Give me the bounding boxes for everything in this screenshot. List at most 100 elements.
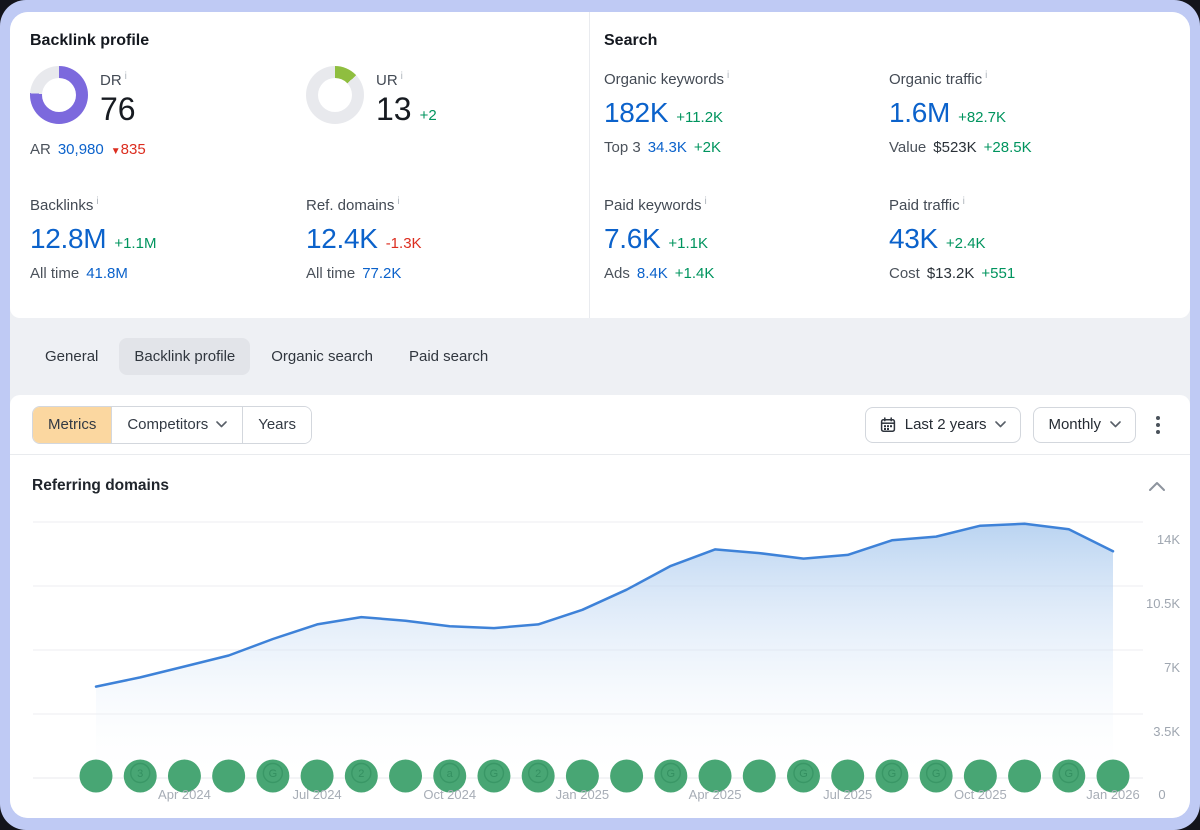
organic-traffic-label: Organic traffici (889, 66, 1190, 90)
organic-traffic-value[interactable]: 1.6M (889, 96, 950, 130)
backlink-profile-section: Backlink profile DRi 76 AR (10, 12, 590, 318)
marker-badge-glyph: G (490, 768, 499, 780)
paid-keywords-value[interactable]: 7.6K (604, 222, 660, 256)
paid-traffic-label: Paid traffici (889, 192, 1190, 216)
organic-keywords-label: Organic keywordsi (604, 66, 889, 90)
marker-badge-glyph: G (932, 768, 941, 780)
ref-domains-alltime-row: All time 77.2K (306, 265, 589, 282)
backlinks-delta: +1.1M (114, 235, 156, 252)
info-icon: i (963, 196, 965, 207)
dr-metric: DRi 76 AR 30,980 ▼835 (30, 66, 306, 192)
x-axis-label: Jul 2024 (293, 787, 342, 802)
backlinks-alltime-row: All time 41.8M (30, 265, 306, 282)
overview-metrics-card: Backlink profile DRi 76 AR (10, 12, 1190, 318)
traffic-value-row: Value $523K +28.5K (889, 139, 1190, 156)
backlinks-alltime-value[interactable]: 41.8M (86, 265, 128, 282)
x-axis-label: Oct 2024 (423, 787, 476, 802)
organic-traffic-delta: +82.7K (958, 109, 1006, 126)
organic-keywords-delta: +11.2K (676, 109, 723, 126)
info-icon: i (397, 196, 399, 207)
section-tabs: GeneralBacklink profileOrganic searchPai… (10, 318, 1190, 395)
view-segmented-control: Metrics Competitors Years (32, 406, 312, 444)
info-icon: i (125, 71, 127, 82)
ur-value: 13+2 (376, 91, 437, 134)
ar-label: AR (30, 141, 51, 158)
collapse-chevron-up-icon[interactable] (1148, 480, 1166, 492)
info-icon: i (705, 196, 707, 207)
backlinks-metric: Backlinksi 12.8M +1.1M All time 41.8M (30, 192, 306, 282)
ref-domains-metric: Ref. domainsi 12.4K -1.3K All time 77.2K (306, 192, 589, 282)
tab-paid-search[interactable]: Paid search (394, 338, 503, 375)
month-marker[interactable] (743, 760, 776, 793)
marker-badge-glyph: 2 (358, 768, 364, 780)
ur-metric: URi 13+2 (306, 66, 589, 192)
dr-donut-chart (30, 66, 88, 124)
marker-badge-glyph: a (447, 768, 454, 780)
x-axis-label: Jul 2025 (823, 787, 872, 802)
month-marker[interactable] (389, 760, 422, 793)
month-marker[interactable] (1008, 760, 1041, 793)
ads-row: Ads 8.4K +1.4K (604, 265, 889, 282)
paid-keywords-delta: +1.1K (668, 235, 708, 252)
marker-badge-glyph: 2 (535, 768, 541, 780)
month-marker[interactable] (212, 760, 245, 793)
chevron-down-icon (1110, 421, 1121, 428)
metrics-button[interactable]: Metrics (33, 407, 111, 443)
ar-rank-row: AR 30,980 ▼835 (30, 141, 306, 158)
ref-domains-delta: -1.3K (386, 235, 422, 252)
referring-domains-chart[interactable]: 14K10.5K7K3.5K3G2aG2GGGGGApr 2024Jul 202… (10, 503, 1190, 815)
date-range-dropdown[interactable]: Last 2 years (865, 407, 1022, 443)
more-options-button[interactable] (1148, 410, 1168, 440)
search-title: Search (604, 32, 1190, 50)
x-axis-label: Oct 2025 (954, 787, 1007, 802)
traffic-value: $523K (933, 139, 976, 156)
ads-value[interactable]: 8.4K (637, 265, 668, 282)
y-axis-label: 10.5K (1146, 596, 1180, 611)
tab-general[interactable]: General (30, 338, 113, 375)
month-marker[interactable] (610, 760, 643, 793)
x-axis-label: Apr 2025 (689, 787, 742, 802)
marker-badge-glyph: 3 (137, 768, 143, 780)
month-marker[interactable] (80, 760, 113, 793)
paid-traffic-value[interactable]: 43K (889, 222, 938, 256)
chart-card: Metrics Competitors Years (10, 395, 1190, 818)
backlink-profile-title: Backlink profile (30, 32, 589, 50)
granularity-dropdown[interactable]: Monthly (1033, 407, 1136, 443)
chart-title: Referring domains (32, 477, 169, 495)
backlinks-label: Backlinksi (30, 192, 306, 216)
ar-value[interactable]: 30,980 (58, 141, 104, 158)
x-axis-label: Jan 2025 (556, 787, 610, 802)
paid-keywords-label: Paid keywordsi (604, 192, 889, 216)
tab-organic-search[interactable]: Organic search (256, 338, 388, 375)
backlinks-value[interactable]: 12.8M (30, 222, 106, 256)
ref-domains-value[interactable]: 12.4K (306, 222, 378, 256)
cost-value: $13.2K (927, 265, 975, 282)
marker-badge-glyph: G (799, 768, 808, 780)
marker-badge-glyph: G (269, 768, 278, 780)
y-axis-label: 3.5K (1153, 724, 1180, 739)
chart-toolbar: Metrics Competitors Years (10, 395, 1190, 455)
ref-domains-alltime-value[interactable]: 77.2K (362, 265, 401, 282)
page-content: Backlink profile DRi 76 AR (10, 12, 1190, 818)
info-icon: i (401, 71, 403, 82)
paid-traffic-metric: Paid traffici 43K +2.4K Cost $13.2K +551 (889, 192, 1190, 282)
organic-traffic-metric: Organic traffici 1.6M +82.7K Value $523K… (889, 66, 1190, 192)
x-axis-label: Apr 2024 (158, 787, 211, 802)
competitors-button[interactable]: Competitors (111, 407, 242, 443)
y-axis-label: 7K (1164, 660, 1180, 675)
cost-row: Cost $13.2K +551 (889, 265, 1190, 282)
ar-delta: ▼835 (111, 141, 146, 158)
screenshot-frame: Backlink profile DRi 76 AR (0, 0, 1200, 830)
top3-row: Top 3 34.3K +2K (604, 139, 889, 156)
tab-backlink-profile[interactable]: Backlink profile (119, 338, 250, 375)
years-button[interactable]: Years (242, 407, 311, 443)
top3-value[interactable]: 34.3K (648, 139, 687, 156)
organic-keywords-value[interactable]: 182K (604, 96, 668, 130)
info-icon: i (985, 70, 987, 81)
search-section: Search Organic keywordsi 182K +11.2K Top… (590, 12, 1190, 318)
area-fill (96, 524, 1113, 778)
dr-value: 76 (100, 91, 136, 127)
paid-traffic-delta: +2.4K (946, 235, 986, 252)
chevron-down-icon (216, 421, 227, 428)
ur-label: URi (376, 67, 437, 91)
